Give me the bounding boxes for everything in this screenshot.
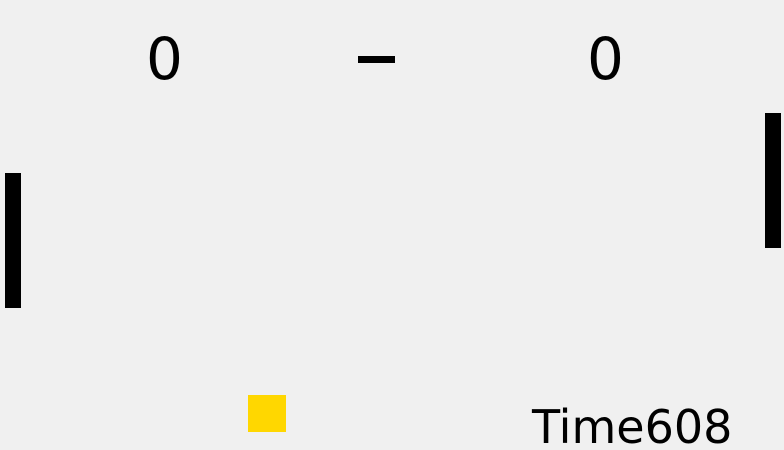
timer-label: Time xyxy=(532,400,645,450)
pong-game-board: 0 0 Time608 xyxy=(0,0,784,450)
left-player-score: 0 xyxy=(146,25,183,93)
game-timer: Time608 xyxy=(532,398,732,450)
right-paddle[interactable] xyxy=(765,113,781,248)
score-separator xyxy=(358,56,395,63)
ball xyxy=(248,395,286,432)
left-paddle[interactable] xyxy=(5,173,21,308)
timer-value: 608 xyxy=(644,400,733,450)
right-player-score: 0 xyxy=(587,25,624,93)
